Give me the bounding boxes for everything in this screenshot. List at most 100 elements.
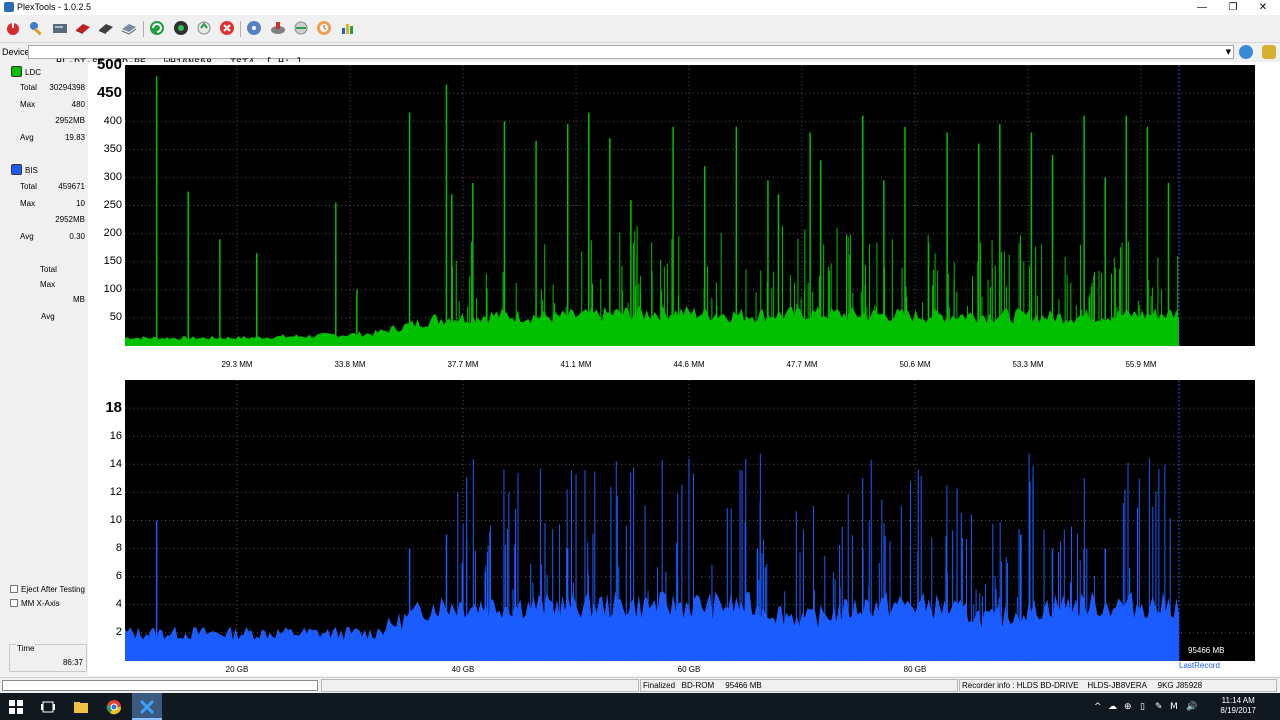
- ldc-mb-value: 2952MB: [55, 116, 85, 125]
- third-avg-label: Avg: [41, 312, 55, 321]
- disc-black-icon[interactable]: [98, 20, 114, 36]
- x-tick-label: 53.3 MM: [1012, 360, 1044, 369]
- x-tick-label: 20 GB: [225, 665, 249, 674]
- x-tick-label: 41.1 MM: [560, 360, 592, 369]
- bis-max-value: 10: [76, 199, 85, 208]
- bis-avg-value: 0.30: [69, 232, 85, 241]
- ldc-legend-swatch: [11, 66, 22, 77]
- eject-after-testing-checkbox[interactable]: [10, 585, 18, 593]
- toolbar-separator: [240, 21, 241, 37]
- maximize-button[interactable]: ❐: [1218, 0, 1248, 15]
- ldc-mb-row: 2952MB: [0, 116, 88, 128]
- clock-date: 8/19/2017: [1220, 706, 1256, 715]
- eject-after-testing-label: Eject After Testing: [21, 585, 85, 594]
- ldc-avg-value: 19.83: [64, 133, 85, 142]
- y-tick-label: 16: [109, 429, 122, 442]
- task-view-icon[interactable]: [40, 699, 56, 715]
- show-hidden-icons[interactable]: ^: [1094, 702, 1102, 712]
- status-panel-empty: [321, 679, 639, 692]
- plextools-icon: [139, 699, 155, 715]
- window-title: PlexTools - 1.0.2.5: [17, 2, 92, 12]
- scan-icon[interactable]: [293, 20, 309, 36]
- device-bar: Device: HL-DT-ST BD-RE WH16NS58 TST4 [ H…: [0, 43, 1280, 69]
- bis-mb-value: 2952MB: [55, 215, 85, 224]
- wrench-icon[interactable]: [28, 20, 44, 36]
- time-value: 86:37: [62, 658, 83, 667]
- power-icon[interactable]: [5, 20, 21, 36]
- recycle-icon[interactable]: [196, 20, 212, 36]
- tray-icon-network[interactable]: ⊕: [1124, 702, 1132, 712]
- refresh-icon[interactable]: [149, 20, 165, 36]
- ldc-total-label: Total: [20, 83, 37, 92]
- mm-x-axis-checkbox[interactable]: [10, 599, 18, 607]
- mm-x-axis-label: MM X-Axis: [21, 599, 60, 608]
- x-tick-label: 37.7 MM: [447, 360, 479, 369]
- refresh-device-icon[interactable]: [1239, 45, 1253, 59]
- disc-red-icon[interactable]: [75, 20, 91, 36]
- globe-icon[interactable]: [173, 20, 189, 36]
- close-button[interactable]: ✕: [1248, 0, 1278, 15]
- volume-icon[interactable]: 🔊: [1186, 702, 1197, 712]
- plextools-taskbar-button[interactable]: [132, 693, 162, 720]
- tray-icon-cloud[interactable]: ☁: [1108, 702, 1117, 712]
- chrome-icon[interactable]: [106, 699, 122, 715]
- cd-icon[interactable]: [246, 20, 262, 36]
- ldc-max-label: Max: [20, 100, 36, 109]
- disc-write-icon[interactable]: [270, 20, 286, 36]
- bis-chart: [125, 380, 1255, 661]
- y-tick-label: 350: [103, 142, 122, 155]
- eject-icon[interactable]: [1262, 45, 1276, 59]
- disc-stack-icon[interactable]: [121, 20, 137, 36]
- ldc-max-value: 480: [71, 100, 85, 109]
- title-bar: PlexTools - 1.0.2.5 — ❐ ✕: [0, 0, 1280, 15]
- chart-icon[interactable]: [340, 20, 356, 36]
- y-tick-label: 14: [109, 457, 122, 470]
- device-select[interactable]: HL-DT-ST BD-RE WH16NS58 TST4 [ H: ] ▼: [28, 45, 1234, 69]
- y-tick-label: 300: [103, 170, 122, 183]
- time-label: Time: [16, 644, 36, 653]
- stop-icon[interactable]: [219, 20, 235, 36]
- file-explorer-icon[interactable]: [73, 699, 89, 715]
- x-tick-label: 44.6 MM: [673, 360, 705, 369]
- clock-icon[interactable]: [316, 20, 332, 36]
- last-record-label: LastRecord: [1179, 661, 1220, 670]
- x-tick-label: 29.3 MM: [221, 360, 253, 369]
- toolbar-separator: [143, 21, 144, 37]
- end-size-label: 95466 MB: [1188, 646, 1225, 655]
- third-avg-row: Avg: [0, 312, 88, 324]
- third-total-row: Total: [0, 265, 88, 277]
- bis-max-label: Max: [20, 199, 36, 208]
- y-tick-label: 10: [109, 513, 122, 526]
- ldc-total-row: Total 30294398: [0, 83, 88, 95]
- progress-bar: [2, 680, 318, 691]
- y-tick-label: 150: [103, 255, 122, 268]
- bis-avg-label: Avg: [20, 232, 34, 241]
- tray-icon-m[interactable]: M: [1170, 702, 1178, 712]
- ldc-total-value: 30294398: [49, 83, 85, 92]
- third-mb-label: MB: [73, 295, 85, 304]
- y-tick-label: 200: [103, 227, 122, 239]
- minimize-button[interactable]: —: [1187, 0, 1217, 15]
- bis-legend-label: BIS: [25, 166, 38, 175]
- x-tick-label: 50.6 MM: [899, 360, 931, 369]
- x-tick-label: 40 GB: [451, 665, 475, 674]
- toolbar: [0, 16, 1280, 43]
- y-tick-label: 2: [115, 626, 122, 639]
- chevron-down-icon[interactable]: ▼: [1226, 46, 1231, 58]
- tray-icon-pen[interactable]: ✎: [1155, 702, 1163, 712]
- y-tick-label: 18: [105, 399, 122, 417]
- windows-start-icon[interactable]: [8, 699, 24, 715]
- x-tick-label: 55.9 MM: [1125, 360, 1157, 369]
- third-max-row: Max: [0, 280, 88, 292]
- clock[interactable]: 11:14 AM 8/19/2017: [1220, 696, 1256, 716]
- ldc-avg-label: Avg: [20, 133, 34, 142]
- drive-info-icon[interactable]: [52, 20, 68, 36]
- y-tick-label: 8: [115, 542, 122, 554]
- taskbar: ^ ☁ ⊕ ▯ ✎ M 🔊 11:14 AM 8/19/2017: [0, 693, 1280, 720]
- y-tick-label: 6: [115, 570, 122, 583]
- time-group: Time 86:37: [9, 644, 87, 672]
- x-tick-label: 47.7 MM: [786, 360, 818, 369]
- bis-avg-row: Avg 0.30: [0, 232, 88, 244]
- y-tick-label: 50: [109, 311, 122, 324]
- tray-icon-battery[interactable]: ▯: [1140, 702, 1145, 712]
